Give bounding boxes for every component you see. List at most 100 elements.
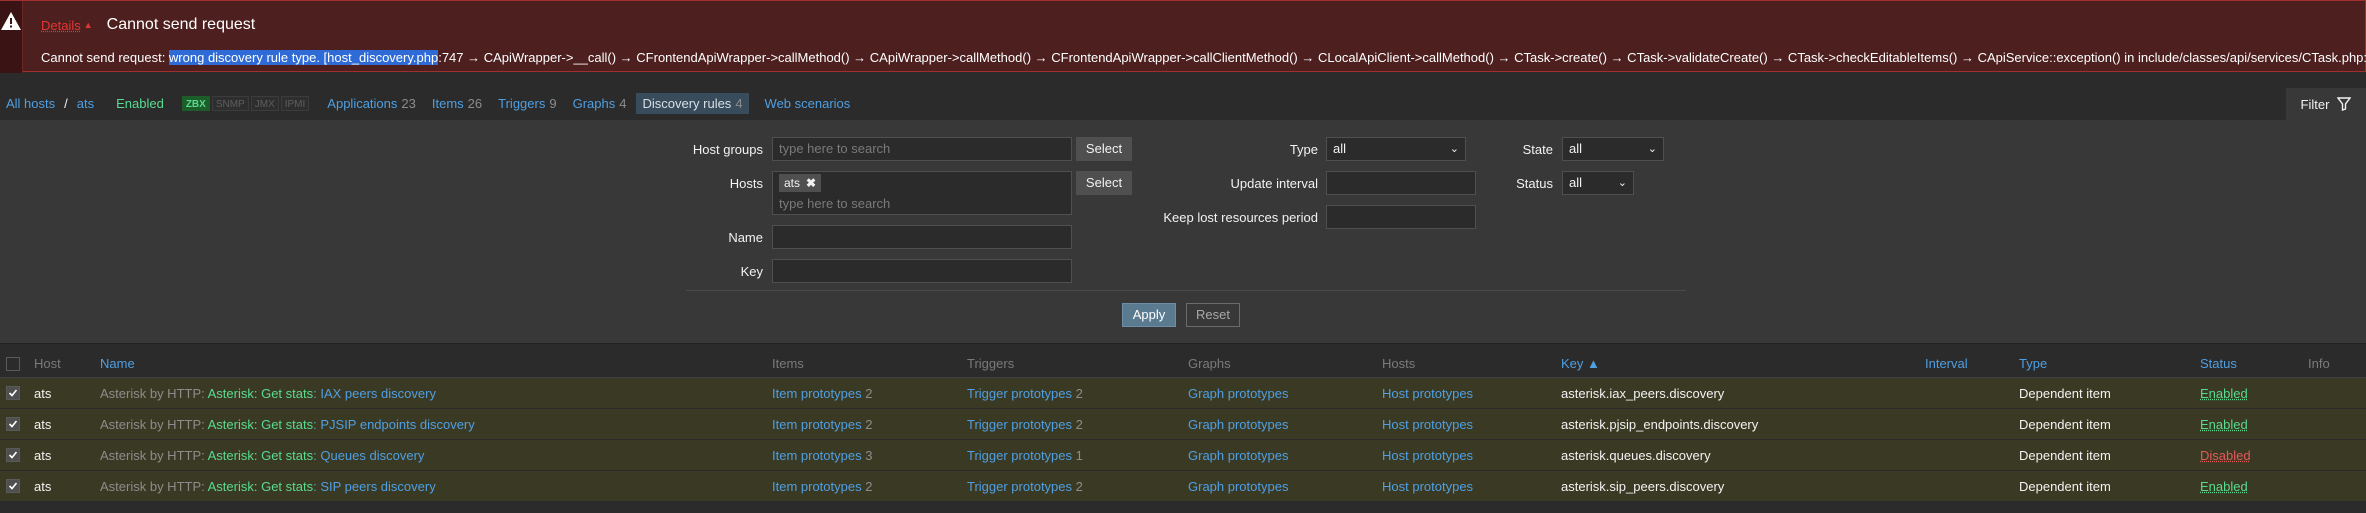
col-interval[interactable]: Interval: [1925, 350, 1968, 378]
rule-name-link[interactable]: : PJSIP endpoints discovery: [313, 417, 475, 432]
parent-item-link[interactable]: Asterisk: Get stats: [208, 448, 313, 463]
hosts-search-input[interactable]: type here to search: [779, 194, 1071, 214]
trigger-prototypes-link[interactable]: Trigger prototypes: [967, 448, 1072, 463]
details-toggle[interactable]: Details: [41, 18, 81, 33]
arrow-up-icon[interactable]: ▲: [84, 20, 93, 30]
rule-name-link[interactable]: : SIP peers discovery: [313, 479, 436, 494]
host-groups-select-button[interactable]: Select: [1076, 137, 1132, 161]
col-status[interactable]: Status: [2200, 350, 2237, 378]
row-type: Dependent item: [2019, 479, 2111, 494]
status-select[interactable]: all ⌄: [1562, 171, 1634, 195]
trigger-prototypes-link[interactable]: Trigger prototypes: [967, 386, 1072, 401]
tab-label[interactable]: Discovery rules: [642, 96, 731, 111]
tab-items[interactable]: Items 26: [432, 96, 482, 111]
graph-prototypes-link[interactable]: Graph prototypes: [1188, 471, 1288, 502]
reset-button[interactable]: Reset: [1186, 303, 1240, 327]
host-prototypes-link[interactable]: Host prototypes: [1382, 440, 1473, 471]
row-key: asterisk.sip_peers.discovery: [1561, 479, 1725, 494]
host-status-enabled[interactable]: Enabled: [116, 96, 164, 111]
ipmi-badge: IPMI: [280, 95, 310, 111]
host-chip: ats ✖: [779, 174, 822, 192]
item-prototypes-cell: Item prototypes 2: [772, 471, 872, 502]
row-status[interactable]: Enabled: [2200, 378, 2248, 409]
tab-label[interactable]: Items: [432, 96, 464, 111]
item-prototypes-cell: Item prototypes 2: [772, 409, 872, 440]
tab-label[interactable]: Web scenarios: [765, 96, 851, 111]
row-status[interactable]: Disabled: [2200, 440, 2251, 471]
rule-name-link[interactable]: : Queues discovery: [313, 448, 424, 463]
host-prototypes-link[interactable]: Host prototypes: [1382, 409, 1473, 440]
item-prototypes-link[interactable]: Item prototypes: [772, 448, 862, 463]
trigger-prototypes-link[interactable]: Trigger prototypes: [967, 417, 1072, 432]
select-all-checkbox[interactable]: [6, 357, 20, 371]
tab-label[interactable]: Triggers: [498, 96, 545, 111]
row-checkbox[interactable]: [6, 417, 20, 431]
col-name[interactable]: Name: [100, 350, 135, 378]
item-prototypes-count: 2: [865, 479, 873, 494]
graph-prototypes-link[interactable]: Graph prototypes: [1188, 378, 1288, 409]
state-select[interactable]: all ⌄: [1562, 137, 1664, 161]
host-prototypes-link[interactable]: Host prototypes: [1382, 471, 1473, 502]
error-message-box: Details ▲ Cannot send request Cannot sen…: [0, 0, 2366, 73]
close-icon[interactable]: ✖: [806, 176, 816, 190]
keep-lost-input[interactable]: [1326, 205, 1476, 229]
item-prototypes-count: 2: [865, 417, 873, 432]
filter-toggle[interactable]: Filter: [2286, 88, 2366, 120]
trigger-prototypes-link[interactable]: Trigger prototypes: [967, 479, 1072, 494]
checkmark-icon: [8, 482, 18, 490]
tab-label[interactable]: Graphs: [573, 96, 616, 111]
graph-prototypes-link[interactable]: Graph prototypes: [1188, 409, 1288, 440]
status-select-value: all: [1569, 175, 1583, 190]
col-hosts: Hosts: [1382, 356, 1416, 371]
item-prototypes-link[interactable]: Item prototypes: [772, 479, 862, 494]
col-key[interactable]: Key ▲: [1561, 350, 1600, 378]
row-host: ats: [34, 417, 52, 432]
chevron-down-icon: ⌄: [1617, 177, 1627, 189]
tab-label[interactable]: Applications: [327, 96, 397, 111]
template-link[interactable]: Asterisk by HTTP: [100, 448, 201, 463]
row-checkbox[interactable]: [6, 479, 20, 493]
row-checkbox[interactable]: [6, 386, 20, 400]
row-status[interactable]: Enabled: [2200, 471, 2248, 502]
row-name-cell: Asterisk by HTTP: Asterisk: Get stats: S…: [100, 471, 436, 502]
template-link[interactable]: Asterisk by HTTP: [100, 386, 201, 401]
all-hosts-link[interactable]: All hosts: [6, 96, 55, 111]
tab-graphs[interactable]: Graphs 4: [573, 96, 627, 111]
tab-web-scenarios[interactable]: Web scenarios: [765, 96, 851, 111]
graph-prototypes-link[interactable]: Graph prototypes: [1188, 440, 1288, 471]
tab-applications[interactable]: Applications 23: [327, 96, 416, 111]
row-checkbox[interactable]: [6, 448, 20, 462]
row-status[interactable]: Enabled: [2200, 409, 2248, 440]
update-interval-input[interactable]: [1326, 171, 1476, 195]
item-prototypes-cell: Item prototypes 3: [772, 440, 872, 471]
row-name-cell: Asterisk by HTTP: Asterisk: Get stats: P…: [100, 409, 475, 440]
breadcrumb-separator: /: [64, 95, 68, 111]
hosts-select-button[interactable]: Select: [1076, 171, 1132, 195]
type-label: Type: [1289, 142, 1318, 157]
tab-discovery-rules[interactable]: Discovery rules 4: [636, 92, 749, 114]
key-input[interactable]: [772, 259, 1072, 283]
host-link[interactable]: ats: [77, 96, 94, 111]
error-details: Cannot send request: wrong discovery rul…: [41, 50, 2366, 65]
trigger-prototypes-cell: Trigger prototypes 2: [967, 471, 1083, 502]
item-prototypes-cell: Item prototypes 2: [772, 378, 872, 409]
table-header: Host Name Items Triggers Graphs Hosts Ke…: [0, 350, 2366, 378]
apply-button[interactable]: Apply: [1122, 303, 1176, 327]
item-prototypes-link[interactable]: Item prototypes: [772, 417, 862, 432]
host-prototypes-link[interactable]: Host prototypes: [1382, 378, 1473, 409]
hosts-multiselect[interactable]: ats ✖ type here to search: [772, 171, 1072, 215]
parent-item-link[interactable]: Asterisk: Get stats: [208, 417, 313, 432]
row-name-cell: Asterisk by HTTP: Asterisk: Get stats: Q…: [100, 440, 424, 471]
type-select[interactable]: all ⌄: [1326, 137, 1466, 161]
tab-triggers[interactable]: Triggers 9: [498, 96, 556, 111]
item-prototypes-link[interactable]: Item prototypes: [772, 386, 862, 401]
rule-name-link[interactable]: : IAX peers discovery: [313, 386, 436, 401]
template-link[interactable]: Asterisk by HTTP: [100, 417, 201, 432]
col-type[interactable]: Type: [2019, 350, 2047, 378]
name-input[interactable]: [772, 225, 1072, 249]
host-groups-input[interactable]: type here to search: [772, 137, 1072, 161]
parent-item-link[interactable]: Asterisk: Get stats: [208, 479, 313, 494]
row-type: Dependent item: [2019, 448, 2111, 463]
template-link[interactable]: Asterisk by HTTP: [100, 479, 201, 494]
parent-item-link[interactable]: Asterisk: Get stats: [208, 386, 313, 401]
